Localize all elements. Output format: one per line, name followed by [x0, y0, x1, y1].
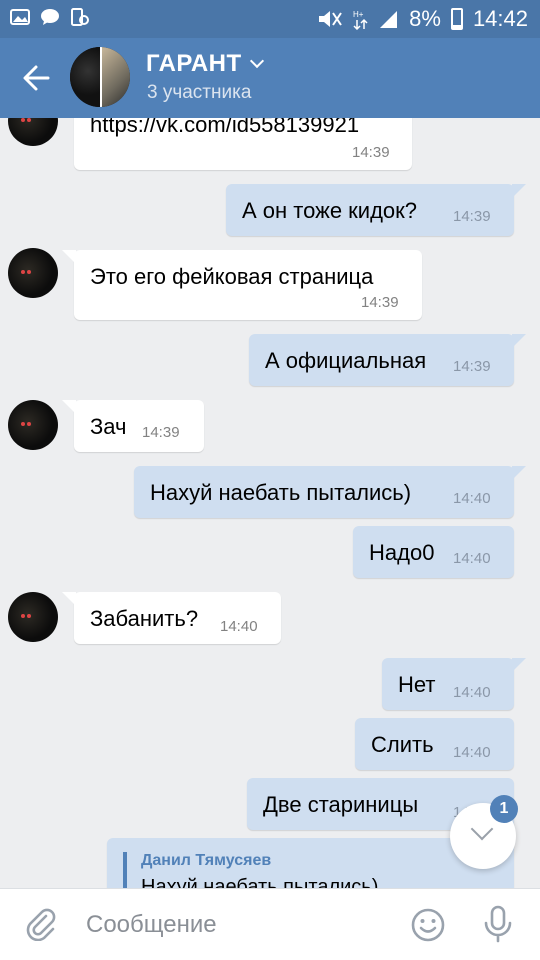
emoji-icon[interactable] — [410, 907, 446, 943]
mute-icon — [319, 11, 342, 27]
message-time: 14:40 — [453, 490, 491, 507]
quoted-text: Нахуй наебать пытались) — [141, 876, 379, 888]
message-bubble[interactable]: Забанить? 14:40 — [62, 592, 281, 644]
chat-icon — [41, 9, 59, 25]
message-link[interactable]: https://vk.com/id558139921 — [90, 118, 359, 138]
message-bubble[interactable]: А официальная 14:39 — [249, 334, 526, 386]
chat-title: ГАРАНТ — [146, 50, 242, 77]
sender-avatar[interactable] — [8, 400, 58, 450]
message-text: Нахуй наебать пытались) — [150, 480, 412, 505]
message-input-bar — [0, 888, 540, 960]
unread-badge: 1 — [490, 795, 518, 823]
chat-title-dropdown[interactable]: ГАРАНТ — [146, 50, 264, 78]
microphone-icon[interactable] — [482, 905, 514, 943]
chevron-down-icon — [249, 53, 264, 69]
message-bubble[interactable]: Зач 14:39 — [62, 400, 204, 452]
image-icon — [10, 9, 30, 25]
sender-avatar[interactable] — [8, 118, 58, 146]
message-bubble[interactable]: Нет 14:40 — [382, 658, 526, 710]
back-arrow-icon[interactable] — [18, 60, 54, 96]
signal-icon — [380, 11, 398, 28]
message-text: Зач — [90, 414, 127, 439]
paperclip-icon[interactable] — [24, 907, 58, 941]
chevron-down-icon — [470, 817, 494, 841]
screenshot-icon — [71, 8, 89, 26]
sender-avatar[interactable] — [8, 248, 58, 298]
message-input[interactable] — [86, 907, 386, 943]
clock: 14:42 — [472, 6, 528, 31]
message-bubble[interactable]: Слить 14:40 — [355, 718, 514, 770]
message-bubble[interactable]: https://vk.com/id558139921 14:39 — [74, 118, 412, 170]
message-list[interactable]: https://vk.com/id558139921 14:39 А он то… — [0, 118, 540, 888]
message-time: 14:40 — [220, 618, 258, 635]
battery-icon — [450, 8, 463, 30]
message-time: 14:40 — [453, 684, 491, 701]
message-text: Слить — [371, 732, 434, 757]
chat-avatar[interactable] — [70, 47, 130, 107]
chat-header: ГАРАНТ 3 участника — [0, 38, 540, 118]
battery-percent: 8% — [409, 6, 441, 31]
participants-count: 3 участника — [147, 82, 252, 103]
message-text: А он тоже кидок? — [242, 198, 418, 223]
svg-text:H+: H+ — [353, 10, 364, 19]
message-bubble[interactable]: Нахуй наебать пытались) 14:40 — [134, 466, 526, 518]
message-bubble[interactable]: Это его фейковая страница 14:39 — [62, 250, 422, 320]
message-bubble[interactable]: А он тоже кидок? 14:39 — [226, 184, 526, 236]
message-text: А официальная — [265, 348, 427, 373]
data-transfer-icon: H+ — [353, 10, 368, 30]
quote-bar — [123, 852, 127, 888]
message-bubble[interactable]: Надо0 14:40 — [353, 526, 514, 578]
message-time: 14:39 — [352, 144, 390, 161]
message-time: 14:39 — [453, 208, 491, 225]
message-text: Это его фейковая страница — [90, 264, 374, 289]
message-time: 14:40 — [453, 550, 491, 567]
sender-avatar[interactable] — [8, 592, 58, 642]
message-time: 14:39 — [142, 424, 180, 441]
system-status: H+ 8% 14:42 — [317, 6, 528, 32]
message-text: Нет — [398, 672, 436, 697]
status-bar: H+ 8% 14:42 — [0, 0, 540, 38]
message-time: 14:39 — [361, 294, 399, 311]
message-time: 14:39 — [453, 358, 491, 375]
message-text: Две стариницы — [263, 792, 419, 817]
notification-icons — [10, 8, 90, 26]
message-text: Забанить? — [90, 606, 199, 631]
quoted-author[interactable]: Данил Тямусяев — [141, 852, 271, 870]
message-text: Надо0 — [369, 540, 435, 565]
message-time: 14:40 — [453, 744, 491, 761]
